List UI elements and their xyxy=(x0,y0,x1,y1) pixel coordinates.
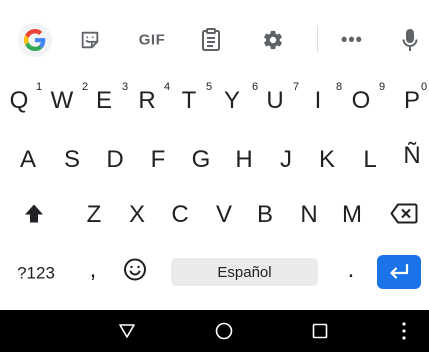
key-o[interactable]: O xyxy=(352,89,371,113)
enter-key[interactable] xyxy=(377,255,421,289)
key-d[interactable]: D xyxy=(106,148,123,172)
keyboard-toolbar: GIF ••• xyxy=(0,0,429,78)
shift-key[interactable] xyxy=(23,203,45,230)
hint-9: 9 xyxy=(379,81,386,93)
key-j[interactable]: J xyxy=(280,148,292,172)
hint-6: 6 xyxy=(252,81,259,93)
key-p[interactable]: P xyxy=(404,89,420,113)
period-key[interactable]: . xyxy=(348,258,355,282)
gif-label: GIF xyxy=(138,31,166,49)
key-y[interactable]: Y xyxy=(224,89,240,113)
enter-arrow-icon xyxy=(390,263,409,279)
key-m[interactable]: M xyxy=(342,203,362,227)
hint-1: 1 xyxy=(36,81,43,93)
backspace-key[interactable] xyxy=(390,203,418,230)
hint-5: 5 xyxy=(206,81,213,93)
emoji-key[interactable] xyxy=(123,258,147,287)
key-a[interactable]: A xyxy=(20,148,36,172)
more-icon[interactable]: ••• xyxy=(341,30,363,51)
home-circle-icon[interactable] xyxy=(215,322,233,340)
hint-8: 8 xyxy=(336,81,343,93)
key-t[interactable]: T xyxy=(182,89,197,113)
sticker-icon[interactable] xyxy=(79,29,101,51)
key-h[interactable]: H xyxy=(235,148,252,172)
space-bar-label: Español xyxy=(217,263,272,281)
key-x[interactable]: X xyxy=(129,203,145,227)
key-w[interactable]: W xyxy=(51,89,74,113)
backspace-icon xyxy=(390,203,418,224)
key-i[interactable]: I xyxy=(315,89,322,113)
settings-icon[interactable] xyxy=(262,29,284,51)
key-e[interactable]: E xyxy=(96,89,112,113)
clipboard-icon[interactable] xyxy=(201,28,221,52)
hint-7: 7 xyxy=(293,81,300,93)
shift-arrow-icon xyxy=(25,204,43,223)
hint-4: 4 xyxy=(164,81,171,93)
toolbar-divider xyxy=(317,26,318,52)
key-g[interactable]: G xyxy=(192,148,211,172)
key-v[interactable]: V xyxy=(216,203,232,227)
hint-0: 0 xyxy=(421,81,428,93)
back-triangle-icon[interactable] xyxy=(118,323,136,339)
gif-icon[interactable]: GIF xyxy=(139,32,166,49)
overflow-dots-icon[interactable] xyxy=(402,322,406,340)
microphone-icon[interactable] xyxy=(402,28,418,52)
recents-square-icon[interactable] xyxy=(312,323,328,339)
hint-3: 3 xyxy=(122,81,129,93)
keyboard: GIF ••• Q W E R T Y U I O P 1 2 3 4 5 6 … xyxy=(0,0,429,310)
key-l[interactable]: L xyxy=(363,148,376,172)
key-r[interactable]: R xyxy=(138,89,155,113)
space-bar[interactable]: Español xyxy=(171,258,318,286)
key-q[interactable]: Q xyxy=(10,89,29,113)
key-k[interactable]: K xyxy=(319,148,335,172)
key-n-tilde[interactable]: Ñ xyxy=(403,144,420,168)
key-b[interactable]: B xyxy=(257,203,273,227)
system-navigation-bar xyxy=(0,310,429,352)
comma-key[interactable]: , xyxy=(90,258,97,282)
key-n[interactable]: N xyxy=(300,203,317,227)
emoji-icon xyxy=(124,258,146,281)
google-g-icon[interactable] xyxy=(18,23,52,57)
key-z[interactable]: Z xyxy=(87,203,102,227)
hint-2: 2 xyxy=(82,81,89,93)
key-u[interactable]: U xyxy=(266,89,283,113)
key-f[interactable]: F xyxy=(151,148,166,172)
key-c[interactable]: C xyxy=(171,203,188,227)
symbols-key[interactable]: ?123 xyxy=(17,265,55,282)
more-label: ••• xyxy=(341,29,363,50)
key-s[interactable]: S xyxy=(64,148,80,172)
